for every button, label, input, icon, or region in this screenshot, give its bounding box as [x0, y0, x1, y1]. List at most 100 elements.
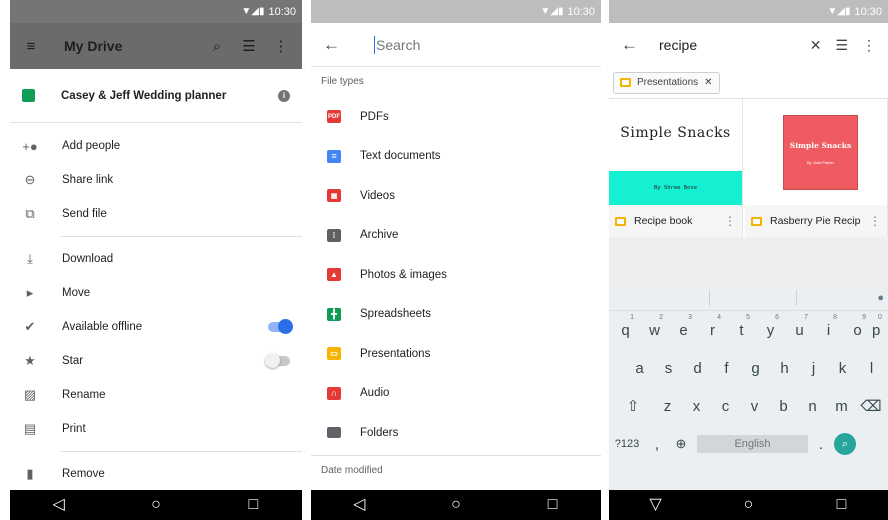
key-s[interactable]: s	[654, 360, 683, 377]
star-toggle[interactable]	[265, 353, 290, 368]
search-query[interactable]: recipe	[659, 37, 796, 53]
backspace-icon[interactable]: ⌫	[856, 397, 886, 415]
type-row-spreadsheets[interactable]: ╋ Spreadsheets	[311, 295, 601, 335]
menu-item-star[interactable]: ★ Star	[10, 344, 302, 378]
suggestion-strip: ●	[609, 285, 888, 311]
hide-keyboard-nav-icon[interactable]: ▽	[636, 490, 676, 520]
list-view-icon[interactable]: ☰	[238, 37, 260, 55]
menu-item-move[interactable]: ▸ Move	[10, 276, 302, 310]
menu-item-rename[interactable]: ▨ Rename	[10, 378, 302, 412]
home-nav-icon[interactable]: ○	[729, 490, 769, 520]
recents-nav-icon[interactable]: □	[822, 490, 862, 520]
drive-title: My Drive	[64, 38, 123, 54]
back-arrow-icon[interactable]: ←	[621, 35, 641, 55]
menu-item-print[interactable]: ▤ Print	[10, 412, 302, 446]
list-view-icon[interactable]: ☰	[835, 37, 848, 54]
search-input[interactable]	[376, 36, 556, 53]
key-t[interactable]: 5t	[727, 314, 756, 339]
type-row-folders[interactable]: Folders	[311, 413, 601, 453]
filter-chip-row: Presentations ✕	[609, 67, 888, 99]
type-label: Videos	[360, 189, 395, 202]
menu-item-available-offline[interactable]: ✔ Available offline	[10, 310, 302, 344]
clear-icon[interactable]: ✕	[810, 37, 822, 54]
menu-item-download[interactable]: ⤓ Download	[10, 242, 302, 276]
key-p[interactable]: 0p	[872, 314, 888, 339]
symbols-key[interactable]: ?123	[611, 438, 643, 450]
key-c[interactable]: c	[711, 398, 740, 415]
comma-key[interactable]: ,	[649, 436, 665, 453]
key-i[interactable]: 8i	[814, 314, 843, 339]
key-f[interactable]: f	[712, 360, 741, 377]
recents-nav-icon[interactable]: □	[533, 490, 573, 520]
menu-item-send-file[interactable]: ⧉ Send file	[10, 197, 302, 231]
thumbnail-title: Simple Snacks	[620, 125, 731, 141]
key-w[interactable]: 2w	[640, 314, 669, 339]
more-options-icon[interactable]: ⋮	[862, 37, 876, 54]
file-name: Casey & Jeff Wedding planner	[61, 89, 227, 102]
type-row-archive[interactable]: ⁞ Archive	[311, 216, 601, 256]
status-time: 10:30	[854, 5, 882, 18]
menu-item-remove[interactable]: ▮ Remove	[10, 457, 302, 491]
text-cursor	[374, 35, 375, 54]
type-row-photos-images[interactable]: ▲ Photos & images	[311, 255, 601, 295]
key-r[interactable]: 4r	[698, 314, 727, 339]
type-row-presentations[interactable]: ▭ Presentations	[311, 334, 601, 374]
type-row-pdfs[interactable]: PDF PDFs	[311, 97, 601, 137]
nav-bar: ◁ ○ □	[10, 490, 302, 520]
globe-icon[interactable]: ⊕	[671, 436, 691, 452]
key-a[interactable]: a	[625, 360, 654, 377]
result-name: Rasberry Pie Recipe	[770, 215, 861, 227]
menu-icon[interactable]: ≡	[20, 38, 42, 55]
space-bar[interactable]: English	[697, 435, 808, 453]
more-options-icon[interactable]: ⋮	[270, 37, 292, 55]
shift-icon[interactable]: ⇧	[613, 397, 653, 415]
more-options-icon[interactable]: ⋮	[724, 214, 736, 228]
home-nav-icon[interactable]: ○	[136, 490, 176, 520]
key-d[interactable]: d	[683, 360, 712, 377]
key-g[interactable]: g	[741, 360, 770, 377]
back-nav-icon[interactable]: ◁	[39, 490, 79, 520]
key-j[interactable]: j	[799, 360, 828, 377]
type-row-audio[interactable]: ∩ Audio	[311, 374, 601, 414]
menu-item-share-link[interactable]: ⊖ Share link	[10, 163, 302, 197]
type-row-videos[interactable]: ▦ Videos	[311, 176, 601, 216]
key-v[interactable]: v	[740, 398, 769, 415]
key-k[interactable]: k	[828, 360, 857, 377]
search-icon[interactable]: ⌕	[206, 38, 228, 55]
key-b[interactable]: b	[769, 398, 798, 415]
keyboard-search-icon[interactable]: ⌕	[834, 433, 856, 455]
spreadsheet-icon: ╋	[327, 307, 341, 321]
more-options-icon[interactable]: ⋮	[869, 214, 881, 228]
key-y[interactable]: 6y	[756, 314, 785, 339]
key-l[interactable]: l	[857, 360, 886, 377]
key-z[interactable]: z	[653, 398, 682, 415]
video-icon: ▦	[327, 189, 341, 203]
microphone-icon[interactable]: ●	[797, 292, 888, 304]
remove-chip-icon[interactable]: ✕	[704, 77, 712, 88]
keyboard-row-2: a s d f g h j k l	[609, 349, 888, 387]
info-icon[interactable]: i	[278, 89, 290, 102]
offline-toggle[interactable]	[268, 319, 293, 334]
key-x[interactable]: x	[682, 398, 711, 415]
result-card[interactable]: Simple Snacks By Josh Parker Rasberry Pi…	[745, 99, 888, 237]
filter-chip[interactable]: Presentations ✕	[613, 71, 720, 94]
home-nav-icon[interactable]: ○	[436, 490, 476, 520]
recents-nav-icon[interactable]: □	[233, 490, 273, 520]
key-q[interactable]: 1q	[611, 314, 640, 339]
key-n[interactable]: n	[798, 398, 827, 415]
key-u[interactable]: 7u	[785, 314, 814, 339]
key-h[interactable]: h	[770, 360, 799, 377]
key-o[interactable]: 9o	[843, 314, 872, 339]
key-e[interactable]: 3e	[669, 314, 698, 339]
search-bar: ← recipe ✕ ☰ ⋮	[609, 23, 888, 67]
period-key[interactable]: .	[814, 436, 828, 453]
type-row-text-documents[interactable]: ≡ Text documents	[311, 137, 601, 177]
back-arrow-icon[interactable]: ←	[323, 35, 343, 55]
menu-item-label: Available offline	[62, 321, 143, 333]
key-m[interactable]: m	[827, 398, 856, 415]
result-card[interactable]: Simple Snacks By Shree Bose Recipe book …	[609, 99, 743, 237]
results-background	[609, 237, 888, 285]
move-folder-icon: ▸	[26, 285, 34, 300]
back-nav-icon[interactable]: ◁	[339, 490, 379, 520]
menu-item-add-people[interactable]: +● Add people	[10, 129, 302, 163]
